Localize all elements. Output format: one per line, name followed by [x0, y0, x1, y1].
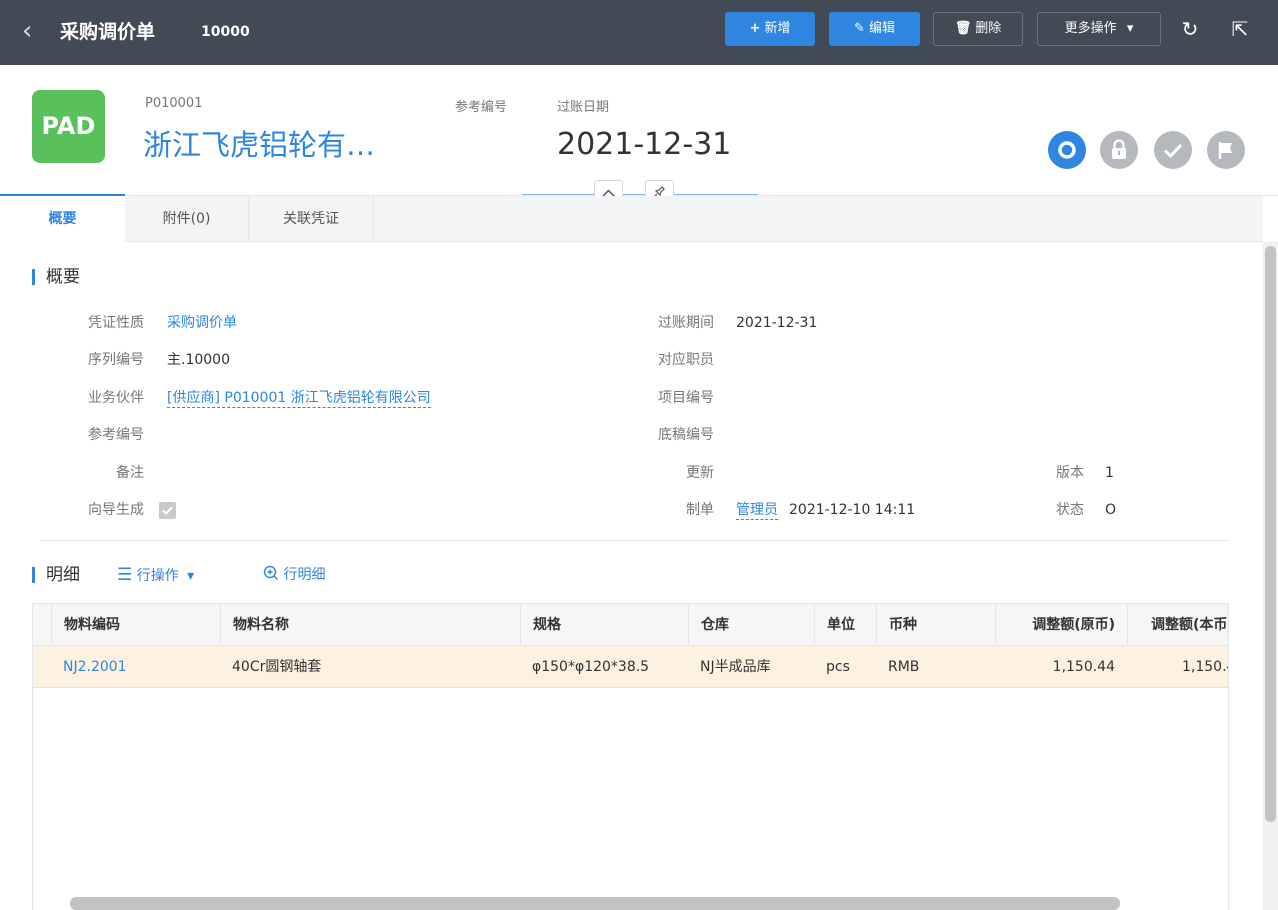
edit-button[interactable]: ✎ 编辑	[829, 12, 920, 46]
serial-no-value: 主.10000	[167, 352, 230, 368]
more-actions-button[interactable]: 更多操作 ▾	[1037, 12, 1161, 46]
detail-heading: 明细	[32, 564, 80, 586]
voucher-type-value[interactable]: 采购调价单	[167, 314, 237, 332]
table-cell-adjust-local: 1,150.4	[1182, 659, 1228, 675]
draft-no-label: 底稿编号	[658, 427, 714, 443]
edit-icon: ✎	[854, 21, 865, 36]
tab-overview[interactable]: 概要	[0, 196, 125, 242]
caret-down-icon: ▾	[187, 568, 195, 584]
top-toolbar: ‹ 采购调价单 10000 + 新增 ✎ 编辑 🗑 删除 更多操作 ▾ ↻ ⇱	[0, 0, 1278, 65]
back-chevron-icon[interactable]: ‹	[22, 17, 32, 45]
column-header[interactable]: 仓库	[688, 604, 814, 646]
zoom-in-icon	[263, 565, 283, 583]
version-value: 1	[1105, 465, 1114, 481]
table-cell-material-name: 40Cr圆钢轴套	[232, 659, 322, 675]
column-header[interactable]: 单位	[814, 604, 876, 646]
add-button-label: 新增	[764, 21, 791, 36]
tab-overview-label: 概要	[48, 211, 77, 227]
delete-button-label: 删除	[975, 21, 1002, 36]
voucher-type-label: 凭证性质	[88, 315, 144, 331]
column-header[interactable]: 币种	[876, 604, 995, 646]
table-cell-unit: pcs	[826, 659, 850, 675]
table-cell-adjust-original: 1,150.44	[1052, 659, 1115, 675]
tab-related-vouchers[interactable]: 关联凭证	[249, 196, 374, 242]
more-actions-label: 更多操作	[1064, 21, 1117, 36]
wizard-checkbox[interactable]	[159, 502, 176, 519]
post-period-value: 2021-12-31	[736, 315, 818, 331]
column-header[interactable]: 物料名称	[220, 604, 520, 646]
plus-icon: +	[749, 21, 761, 36]
document-number: 10000	[201, 24, 250, 40]
detail-table: 物料编码 物料名称 规格 仓库 单位 币种 调整额(原币) 调整额(本币 NJ2…	[32, 603, 1229, 910]
lock-icon[interactable]	[1100, 131, 1138, 169]
page-title: 采购调价单	[60, 21, 156, 43]
staff-label: 对应职员	[658, 352, 714, 368]
row-detail-button[interactable]: 行明细	[263, 565, 325, 585]
partner-link[interactable]: [供应商] P010001 浙江飞虎铝轮有限公司	[167, 389, 431, 408]
edit-button-label: 编辑	[868, 21, 895, 36]
tab-attachments[interactable]: 附件(0)	[125, 196, 249, 242]
vertical-scrollbar-thumb[interactable]	[1265, 246, 1276, 822]
tab-bar: 概要 附件(0) 关联凭证	[0, 196, 1263, 242]
creator-time: 2021-12-10 14:11	[789, 502, 916, 518]
delete-button[interactable]: 🗑 删除	[933, 12, 1023, 46]
tab-related-vouchers-label: 关联凭证	[283, 211, 339, 227]
post-period-label: 过账期间	[658, 315, 714, 331]
ref-number-label: 参考编号	[455, 100, 508, 115]
column-header[interactable]: 物料编码	[51, 604, 220, 646]
table-cell-spec: φ150*φ120*38.5	[532, 659, 650, 675]
trash-icon: 🗑	[954, 21, 972, 36]
partner-label: 业务伙伴	[88, 390, 144, 406]
column-header[interactable]: 规格	[520, 604, 688, 646]
table-header: 物料编码 物料名称 规格 仓库 单位 币种 调整额(原币) 调整额(本币	[33, 604, 1228, 646]
remark-label: 备注	[116, 465, 144, 481]
serial-no-label: 序列编号	[88, 352, 144, 368]
row-operations-label: 行操作	[136, 568, 179, 584]
row-operations-dropdown[interactable]: ☰ 行操作 ▾	[117, 565, 194, 586]
approve-check-icon[interactable]	[1154, 131, 1192, 169]
post-date-value: 2021-12-31	[557, 127, 732, 162]
add-button[interactable]: + 新增	[725, 12, 815, 46]
doc-type-logo: PAD	[32, 90, 105, 163]
status-label: 状态	[1056, 502, 1084, 518]
caret-down-icon: ▾	[1126, 21, 1134, 36]
wizard-label: 向导生成	[88, 502, 144, 518]
table-cell-material-code[interactable]: NJ2.2001	[51, 646, 220, 688]
partner-name[interactable]: 浙江飞虎铝轮有…	[143, 127, 375, 163]
post-date-label: 过账日期	[557, 100, 610, 115]
active-tab-indicator	[0, 194, 125, 196]
ref-no-label: 参考编号	[88, 427, 144, 443]
creator-label: 制单	[686, 502, 714, 518]
list-icon: ☰	[117, 565, 133, 585]
creator-user-link[interactable]: 管理员	[736, 501, 778, 520]
summary-heading: 概要	[32, 266, 80, 288]
column-header[interactable]: 调整额(本币	[1127, 604, 1228, 646]
table-cell-currency: RMB	[888, 659, 920, 675]
collapse-indicator-line	[522, 194, 758, 195]
update-label: 更新	[686, 465, 714, 481]
refresh-icon[interactable]: ↻	[1177, 16, 1203, 42]
section-divider	[40, 540, 1230, 541]
column-header[interactable]: 调整额(原币)	[995, 604, 1127, 646]
horizontal-scrollbar-thumb[interactable]	[70, 897, 1120, 910]
project-no-label: 项目编号	[658, 390, 714, 406]
table-row[interactable]: NJ2.2001 40Cr圆钢轴套 φ150*φ120*38.5 NJ半成品库 …	[33, 646, 1228, 688]
partner-code: P010001	[145, 96, 203, 111]
status-value: O	[1105, 502, 1117, 518]
table-cell-warehouse: NJ半成品库	[700, 659, 771, 675]
flag-icon[interactable]	[1207, 131, 1245, 169]
tab-attachments-label: 附件(0)	[162, 211, 211, 227]
open-external-icon[interactable]: ⇱	[1227, 16, 1253, 42]
open-status-icon[interactable]	[1048, 131, 1086, 169]
row-detail-label: 行明细	[283, 567, 326, 583]
version-label: 版本	[1056, 465, 1084, 481]
